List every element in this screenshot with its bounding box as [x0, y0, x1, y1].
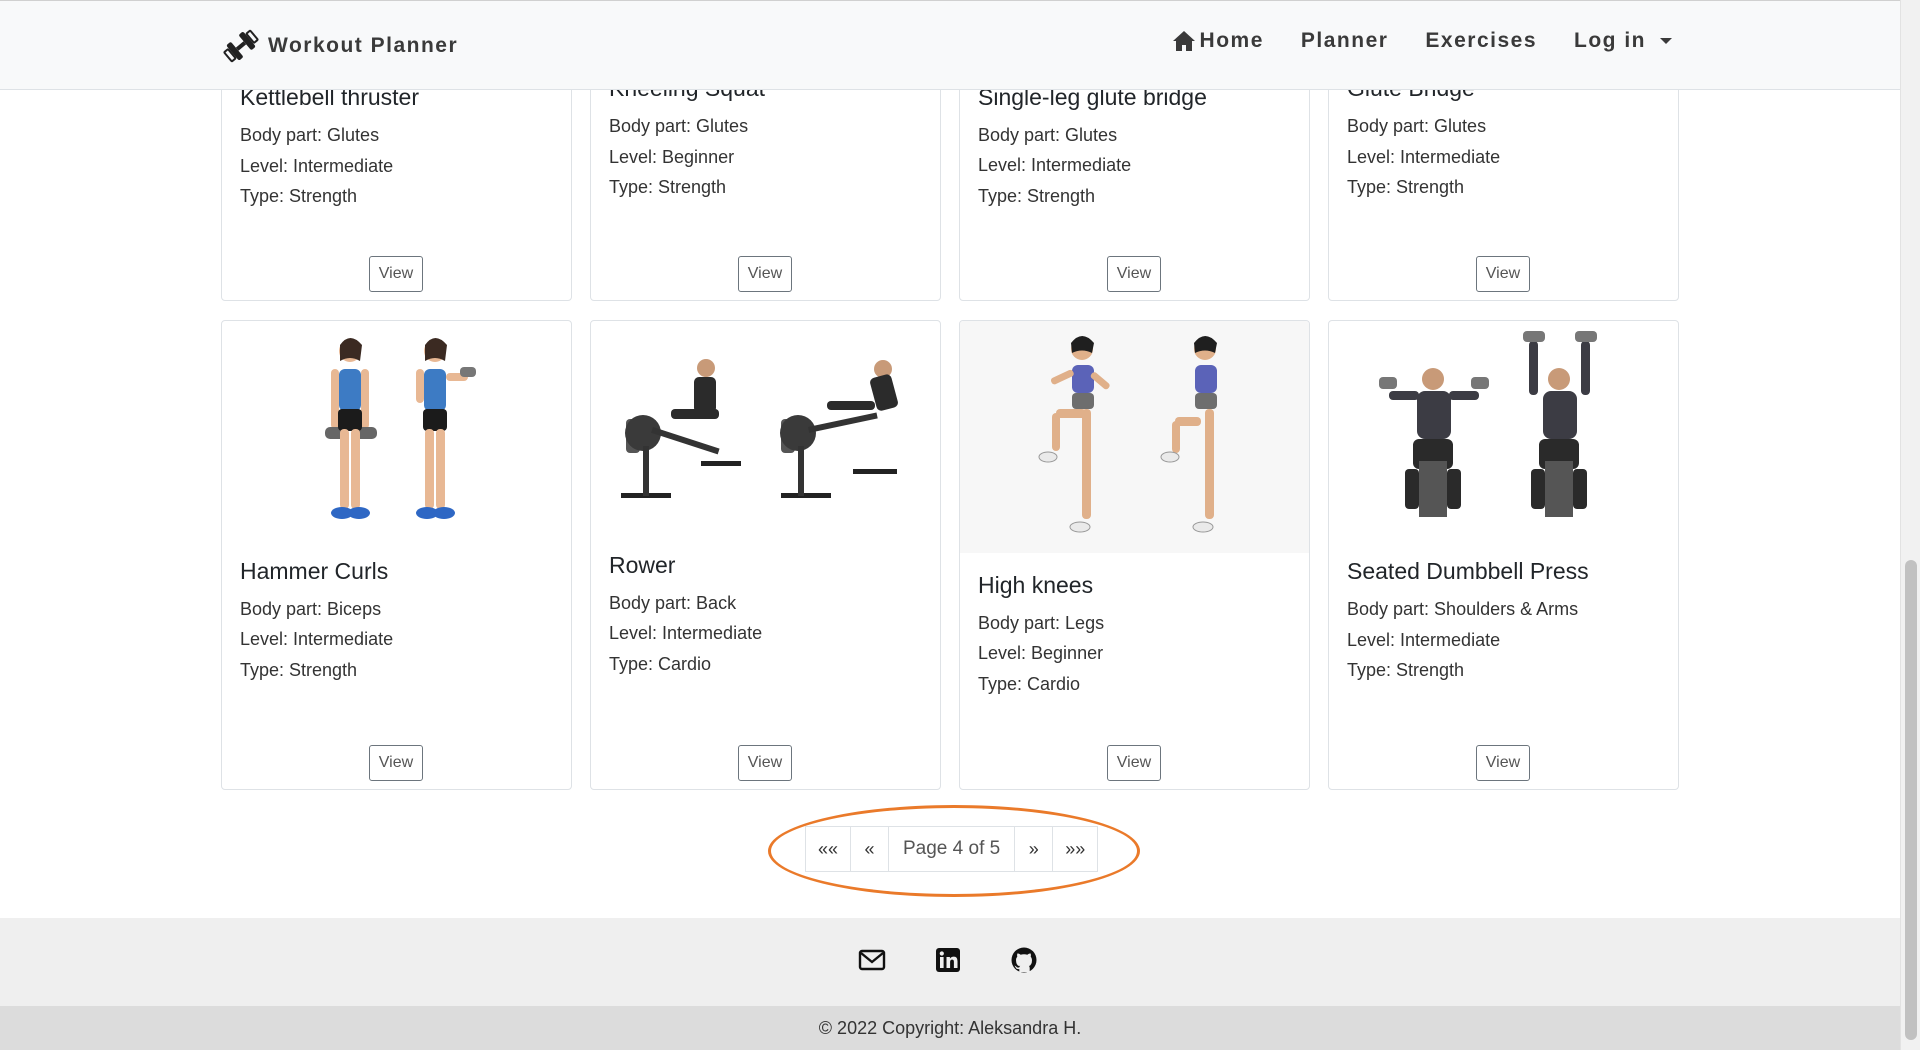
view-button[interactable]: View [369, 256, 423, 292]
view-button[interactable]: View [1476, 745, 1530, 781]
card-body-part: Body part: Glutes [609, 116, 749, 136]
scrollbar-thumb[interactable] [1905, 560, 1917, 1040]
card-level: Level: Intermediate [609, 623, 763, 643]
card-level: Level: Intermediate [978, 155, 1132, 175]
card-body-part: Body part: Back [609, 593, 737, 613]
card-type: Type: Strength [609, 177, 727, 197]
card-title: Hammer Curls [240, 558, 389, 584]
next-page-button[interactable]: » [1014, 826, 1054, 872]
view-button[interactable]: View [1476, 256, 1530, 292]
nav-planner[interactable]: Planner [1301, 29, 1389, 53]
card-body-part: Body part: Glutes [978, 125, 1118, 145]
brand[interactable]: Workout Planner [220, 25, 458, 67]
exercise-image [1379, 331, 1597, 517]
card-body-part: Body part: Glutes [1347, 116, 1487, 136]
card-type: Type: Strength [240, 660, 358, 680]
scrollbar[interactable] [1900, 0, 1920, 1050]
mail-icon[interactable] [858, 946, 886, 974]
footer: © 2022 Copyright: Aleksandra H. [0, 918, 1900, 1050]
first-page-button[interactable]: «« [805, 826, 851, 872]
view-button[interactable]: View [369, 745, 423, 781]
github-icon[interactable] [1010, 946, 1038, 974]
card-level: Level: Intermediate [1347, 630, 1501, 650]
card-level: Level: Intermediate [240, 156, 394, 176]
exercise-card: Hammer Curls Body part: Biceps Level: In… [221, 320, 572, 790]
card-type: Type: Cardio [609, 654, 712, 674]
card-type: Type: Strength [1347, 660, 1465, 680]
nav-login-dropdown[interactable]: Log in [1574, 29, 1672, 53]
card-body-part: Body part: Shoulders & Arms [1347, 599, 1579, 619]
card-title: Seated Dumbbell Press [1347, 558, 1589, 584]
page: Kettlebell thruster Body part: Glutes Le… [0, 0, 1920, 1050]
exercise-card: High knees Body part: Legs Level: Beginn… [959, 320, 1310, 790]
card-type: Type: Strength [978, 186, 1096, 206]
navbar: Workout Planner Home Planner Exercises L… [0, 0, 1900, 90]
exercise-image [621, 359, 898, 498]
view-button[interactable]: View [1107, 256, 1161, 292]
exercise-image [960, 321, 1309, 553]
card-body-part: Body part: Legs [978, 613, 1105, 633]
card-type: Type: Strength [240, 186, 358, 206]
card-type: Type: Cardio [978, 674, 1081, 694]
pagination: «« « Page 4 of 5 » »» [805, 826, 1099, 872]
card-level: Level: Intermediate [1347, 147, 1501, 167]
exercise-card: Rower Body part: Back Level: Intermediat… [590, 320, 941, 790]
card-body-part: Body part: Biceps [240, 599, 382, 619]
nav-exercises[interactable]: Exercises [1425, 29, 1537, 53]
linkedin-icon[interactable] [934, 946, 962, 974]
view-button[interactable]: View [738, 745, 792, 781]
social-links [858, 946, 1038, 974]
nav-login-label: Log in [1574, 29, 1646, 52]
nav-home[interactable]: Home [1172, 29, 1264, 53]
exercise-card: Seated Dumbbell Press Body part: Shoulde… [1328, 320, 1679, 790]
nav-home-label: Home [1199, 29, 1264, 52]
last-page-button[interactable]: »» [1052, 826, 1099, 872]
card-level: Level: Intermediate [240, 629, 394, 649]
nav-exercises-label: Exercises [1425, 29, 1538, 52]
exercise-image [325, 338, 476, 519]
caret-down-icon [1660, 38, 1672, 44]
copyright-text: © 2022 Copyright: Aleksandra H. [0, 1006, 1900, 1050]
card-level: Level: Beginner [609, 147, 735, 167]
view-button[interactable]: View [1107, 745, 1161, 781]
view-button[interactable]: View [738, 256, 792, 292]
nav-links: Home Planner Exercises Log in [1172, 29, 1672, 53]
nav-planner-label: Planner [1300, 29, 1389, 52]
previous-page-button[interactable]: « [850, 826, 889, 872]
page-status: Page 4 of 5 [888, 826, 1016, 872]
card-level: Level: Beginner [978, 643, 1104, 663]
card-type: Type: Strength [1347, 177, 1465, 197]
card-title: High knees [978, 572, 1094, 598]
brand-name: Workout Planner [268, 34, 459, 57]
card-title: Rower [609, 552, 676, 578]
dumbbell-icon [220, 25, 262, 67]
card-body-part: Body part: Glutes [240, 125, 380, 145]
home-icon [1172, 29, 1196, 53]
